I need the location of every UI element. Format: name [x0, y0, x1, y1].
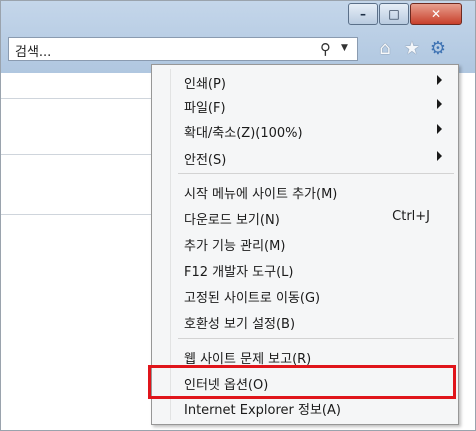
menu-item-about-ie[interactable]: Internet Explorer 정보(A) [156, 395, 454, 419]
submenu-arrow-icon [437, 151, 442, 161]
search-icon[interactable]: ⚲ [320, 40, 331, 58]
star-icon[interactable]: ★ [401, 37, 423, 59]
menu-item-label: 웹 사이트 문제 보고(R) [184, 352, 312, 367]
menu-item-print[interactable]: 인쇄(P) [156, 69, 454, 93]
menu-item-label: 파일(F) [184, 101, 226, 116]
submenu-arrow-icon [437, 124, 442, 134]
search-dropdown-icon[interactable]: ▼ [341, 43, 348, 53]
menu-item-label: 추가 기능 관리(M) [184, 239, 286, 254]
menu-item-add-site-to-start[interactable]: 시작 메뉴에 사이트 추가(M) [156, 179, 454, 203]
menu-item-label: 확대/축소(Z)(100%) [184, 126, 303, 141]
search-input[interactable]: 검색... [15, 41, 51, 60]
menu-item-label: 인터넷 옵션(O) [184, 378, 269, 393]
menu-item-view-downloads[interactable]: 다운로드 보기(N) Ctrl+J [156, 205, 454, 229]
menu-item-file[interactable]: 파일(F) [156, 93, 454, 117]
window-controls: – □ ✕ [348, 3, 463, 29]
gear-icon[interactable]: ⚙ [427, 37, 449, 59]
menu-item-label: 다운로드 보기(N) [184, 213, 280, 228]
menu-item-pinned-sites[interactable]: 고정된 사이트로 이동(G) [156, 283, 454, 307]
page-divider [1, 214, 151, 215]
menu-item-label: F12 개발자 도구(L) [184, 265, 294, 280]
menu-separator [178, 173, 454, 174]
submenu-arrow-icon [437, 75, 442, 85]
submenu-arrow-icon [437, 99, 442, 109]
menu-item-label: 고정된 사이트로 이동(G) [184, 291, 321, 306]
menu-item-label: 시작 메뉴에 사이트 추가(M) [184, 187, 338, 202]
menu-item-label: Internet Explorer 정보(A) [184, 403, 341, 418]
menu-item-label: 호환성 보기 설정(B) [184, 317, 296, 332]
home-icon[interactable]: ⌂ [374, 37, 396, 59]
close-button[interactable]: ✕ [410, 3, 462, 25]
menu-item-compat-view[interactable]: 호환성 보기 설정(B) [156, 309, 454, 333]
browser-toolbar: – □ ✕ 검색... ⚲ ▼ ⌂ ★ ⚙ [1, 1, 475, 73]
menu-separator [178, 338, 454, 339]
menu-item-zoom[interactable]: 확대/축소(Z)(100%) [156, 118, 454, 142]
browser-window: – □ ✕ 검색... ⚲ ▼ ⌂ ★ ⚙ 인쇄(P) 파일(F) 확대/축소(… [0, 0, 476, 431]
menu-item-safety[interactable]: 안전(S) [156, 145, 454, 169]
menu-item-f12-dev-tools[interactable]: F12 개발자 도구(L) [156, 257, 454, 281]
menu-item-label: 인쇄(P) [184, 77, 226, 92]
menu-item-manage-addons[interactable]: 추가 기능 관리(M) [156, 231, 454, 255]
menu-item-label: 안전(S) [184, 153, 227, 168]
maximize-button[interactable]: □ [379, 3, 409, 25]
search-box[interactable]: 검색... ⚲ ▼ [8, 37, 358, 61]
page-divider [1, 98, 151, 99]
minimize-button[interactable]: – [348, 3, 378, 25]
menu-item-shortcut: Ctrl+J [392, 209, 430, 224]
page-divider [1, 154, 151, 155]
menu-item-internet-options[interactable]: 인터넷 옵션(O) [156, 370, 454, 394]
tools-menu: 인쇄(P) 파일(F) 확대/축소(Z)(100%) 안전(S) 시작 메뉴에 … [151, 64, 459, 425]
menu-item-report-site-problem[interactable]: 웹 사이트 문제 보고(R) [156, 344, 454, 368]
